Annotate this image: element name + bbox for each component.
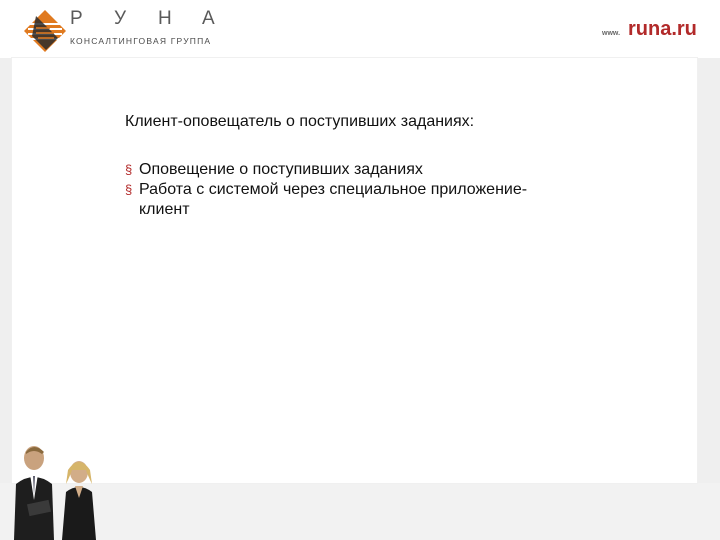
- site-prefix: www.: [602, 30, 621, 37]
- square-bullet-icon: §: [125, 182, 133, 197]
- logo-letter: Н: [158, 8, 172, 29]
- footer-band: [0, 483, 720, 540]
- site-domain[interactable]: runa.ru: [628, 18, 697, 41]
- runa-logo-icon: [24, 10, 66, 52]
- logo-letter: А: [202, 8, 215, 29]
- list-item-text: Оповещение о поступивших заданиях: [139, 161, 423, 178]
- square-bullet-icon: §: [125, 162, 133, 177]
- logo-letter: Р: [70, 8, 83, 29]
- slide-title: Клиент-оповещатель о поступивших задания…: [125, 113, 475, 130]
- list-item-text: Работа с системой через специальное прил…: [139, 181, 528, 218]
- list-item: § Оповещение о поступивших заданиях: [125, 160, 545, 180]
- logo-subtitle: КОНСАЛТИНГОВАЯ ГРУППА: [70, 36, 212, 46]
- logo-wordmark: РУНА: [70, 8, 246, 30]
- logo-letter: У: [114, 8, 127, 29]
- header: Р У Н А КОНСАЛТИНГОВАЯ ГРУППА www. runa.ru: [0, 0, 720, 58]
- business-people-photo: [14, 446, 96, 540]
- list-item: § Работа с системой через специальное пр…: [125, 180, 545, 220]
- bullet-list: § Оповещение о поступивших заданиях § Ра…: [125, 160, 545, 220]
